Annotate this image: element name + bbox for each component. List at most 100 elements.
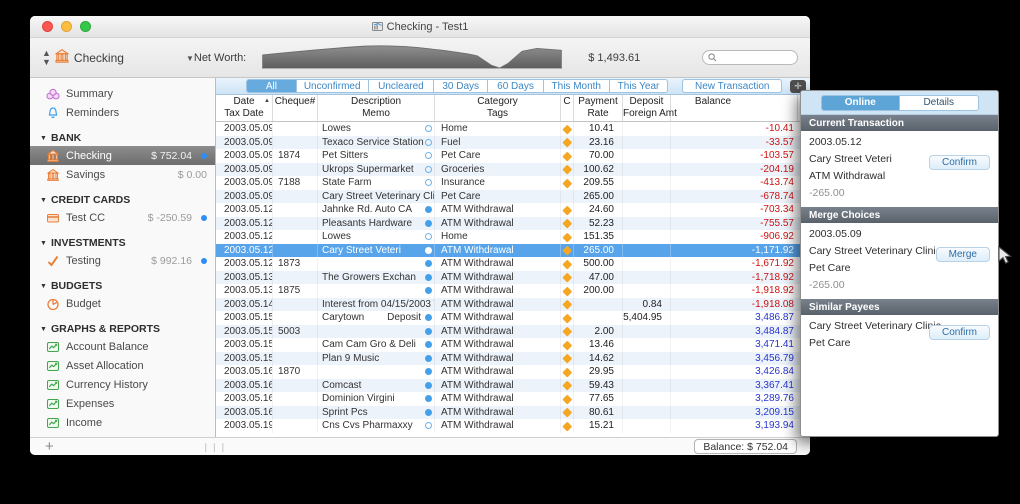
status-circle-icon[interactable] (425, 152, 432, 160)
flag-diamond-icon[interactable] (562, 313, 572, 323)
sidebar-item-testing[interactable]: Testing $ 992.16 (30, 251, 215, 270)
flag-diamond-icon[interactable] (562, 286, 572, 296)
status-circle-icon[interactable] (425, 273, 432, 281)
status-circle-icon[interactable] (425, 125, 432, 133)
flag-diamond-icon[interactable] (562, 326, 572, 336)
column-header-date[interactable]: Date ▲ Tax Date (216, 95, 273, 121)
column-header-payment[interactable]: Payment Rate (574, 95, 623, 121)
status-circle-icon[interactable] (425, 341, 432, 349)
transaction-row[interactable]: 2003.05.16 Comcast ATM Withdrawal 59.43 3,36… (216, 378, 810, 392)
transaction-row[interactable]: 2003.05.12 1873 ATM Withdrawal 500.00 -1,671… (216, 257, 810, 271)
search-input[interactable] (702, 50, 798, 65)
flag-diamond-icon[interactable] (562, 205, 572, 215)
sidebar-section-credit-cards[interactable]: ▼ CREDIT CARDS (30, 192, 215, 208)
flag-diamond-icon[interactable] (562, 421, 572, 431)
column-header-cheque[interactable]: Cheque# (273, 95, 318, 121)
status-circle-icon[interactable] (425, 354, 432, 362)
flag-diamond-icon[interactable] (562, 218, 572, 228)
transaction-row[interactable]: 2003.05.09 Lowes Home 10.41 -10.41 (216, 122, 810, 136)
status-circle-icon[interactable] (425, 138, 432, 146)
flag-diamond-icon[interactable] (562, 367, 572, 377)
sidebar-item-asset-allocation[interactable]: Asset Allocation (30, 356, 215, 375)
panel-tab-details[interactable]: Details (900, 95, 978, 110)
transaction-row[interactable]: 2003.05.15 Plan 9 Music ATM Withdrawal 14.6… (216, 351, 810, 365)
transaction-row[interactable]: 2003.05.15 5003 ATM Withdrawal 2.00 3,484.87 (216, 324, 810, 338)
transaction-row[interactable]: 2003.05.13 1875 ATM Withdrawal 200.00 -1,918… (216, 284, 810, 298)
transaction-row[interactable]: 2003.05.09 Texaco Service Station Fuel 23.1… (216, 135, 810, 149)
filter-tab-30-days[interactable]: 30 Days (434, 80, 489, 92)
flag-diamond-icon[interactable] (562, 151, 572, 161)
sidebar-item-checking[interactable]: Checking $ 752.04 (30, 146, 215, 165)
sidebar-section-investments[interactable]: ▼ INVESTMENTS (30, 235, 215, 251)
transaction-row[interactable]: 2003.05.09 Cary Street Veterinary ClinicP… (216, 189, 810, 203)
flag-diamond-icon[interactable] (562, 340, 572, 350)
status-circle-icon[interactable] (425, 219, 432, 227)
filter-tab-this-year[interactable]: This Year (610, 80, 668, 92)
status-circle-icon[interactable] (425, 165, 432, 173)
transaction-row[interactable]: 2003.05.15 Cam Cam Gro & Deli ATM Withdraw… (216, 338, 810, 352)
confirm-button[interactable]: Confirm (928, 155, 990, 170)
filter-tab-uncleared[interactable]: Uncleared (369, 80, 435, 92)
transaction-row[interactable]: 2003.05.15 Carytown Deposit ATM Withdrawal 5… (216, 311, 810, 325)
transaction-row[interactable]: 2003.05.13 The Growers Exchan ATM Withdraw… (216, 270, 810, 284)
status-circle-icon[interactable] (425, 287, 432, 295)
transaction-row[interactable]: 2003.05.12 Cary Street Veteri ATM Withdraw… (216, 243, 810, 257)
column-header-description[interactable]: Description Memo (318, 95, 435, 121)
sidebar-section-bank[interactable]: ▼ BANK (30, 130, 215, 146)
column-header-balance[interactable]: Balance (671, 95, 798, 121)
transaction-row[interactable]: 2003.05.19 Cns Cvs Pharmaxxy ATM Withdrawa… (216, 419, 810, 433)
filter-tab-all[interactable]: All (247, 80, 297, 92)
status-circle-icon[interactable] (425, 246, 432, 254)
status-circle-icon[interactable] (425, 408, 432, 416)
flag-diamond-icon[interactable] (562, 380, 572, 390)
status-circle-icon[interactable] (425, 314, 432, 322)
flag-diamond-icon[interactable] (562, 178, 572, 188)
status-circle-icon[interactable] (425, 395, 432, 403)
flag-diamond-icon[interactable] (562, 137, 572, 147)
status-circle-icon[interactable] (425, 422, 432, 430)
transaction-row[interactable]: 2003.05.09 Ukrops Supermarket Groceries 100… (216, 162, 810, 176)
sidebar-section-graphs-reports[interactable]: ▼ GRAPHS & REPORTS (30, 321, 215, 337)
flag-diamond-icon[interactable] (562, 353, 572, 363)
transaction-row[interactable]: 2003.05.16 1870 ATM Withdrawal 29.95 3,426.8… (216, 365, 810, 379)
sidebar-section-budgets[interactable]: ▼ BUDGETS (30, 278, 215, 294)
transaction-row[interactable]: 2003.05.12 Lowes Home 151.35 -906.92 (216, 230, 810, 244)
sidebar-item-reminders[interactable]: Reminders (30, 103, 215, 122)
minimize-button[interactable] (61, 21, 72, 32)
sidebar-item-savings[interactable]: Savings $ 0.00 (30, 165, 215, 184)
flag-diamond-icon[interactable] (562, 259, 572, 269)
zoom-button[interactable] (80, 21, 91, 32)
filter-tab-this-month[interactable]: This Month (544, 80, 610, 92)
account-switcher[interactable]: ▲ ▼ Checking (42, 48, 124, 67)
sidebar-item-account-balance[interactable]: Account Balance (30, 337, 215, 356)
status-circle-icon[interactable] (425, 327, 432, 335)
flag-diamond-icon[interactable] (562, 407, 572, 417)
flag-diamond-icon[interactable] (562, 299, 572, 309)
merge-button[interactable]: Merge (935, 247, 990, 262)
status-circle-icon[interactable] (425, 206, 432, 214)
sidebar-item-summary[interactable]: Summary (30, 84, 215, 103)
confirm-button[interactable]: Confirm (928, 325, 990, 340)
column-header-category[interactable]: Category Tags (435, 95, 561, 121)
panel-tab-online[interactable]: Online (821, 95, 900, 110)
sidebar-item-income[interactable]: Income (30, 413, 215, 432)
flag-diamond-icon[interactable] (562, 272, 572, 282)
transaction-row[interactable]: 2003.05.12 Jahnke Rd. Auto CA ATM Withdraw… (216, 203, 810, 217)
transaction-row[interactable]: 2003.05.09 1874 Pet Sitters Pet Care 70.00 -1… (216, 149, 810, 163)
sidebar-item-expenses[interactable]: Expenses (30, 394, 215, 413)
transaction-row[interactable]: 2003.05.16 Sprint Pcs ATM Withdrawal 80.61 3… (216, 405, 810, 419)
flag-diamond-icon[interactable] (562, 245, 572, 255)
flag-diamond-icon[interactable] (562, 394, 572, 404)
status-circle-icon[interactable] (425, 260, 432, 268)
flag-diamond-icon[interactable] (562, 124, 572, 134)
sidebar-resize-handle[interactable]: ❘❘❘ (202, 442, 228, 453)
new-transaction-button[interactable]: New Transaction (682, 79, 783, 93)
sidebar-item-currency-history[interactable]: Currency History (30, 375, 215, 394)
column-header-cleared[interactable]: C (561, 95, 574, 121)
sidebar-item-budget[interactable]: Budget (30, 294, 215, 313)
networth-label[interactable]: ▼Net Worth: (186, 52, 246, 64)
status-circle-icon[interactable] (425, 233, 432, 241)
transaction-row[interactable]: 2003.05.12 Pleasants Hardware ATM Withdraw… (216, 216, 810, 230)
flag-diamond-icon[interactable] (562, 164, 572, 174)
status-circle-icon[interactable] (425, 368, 432, 376)
